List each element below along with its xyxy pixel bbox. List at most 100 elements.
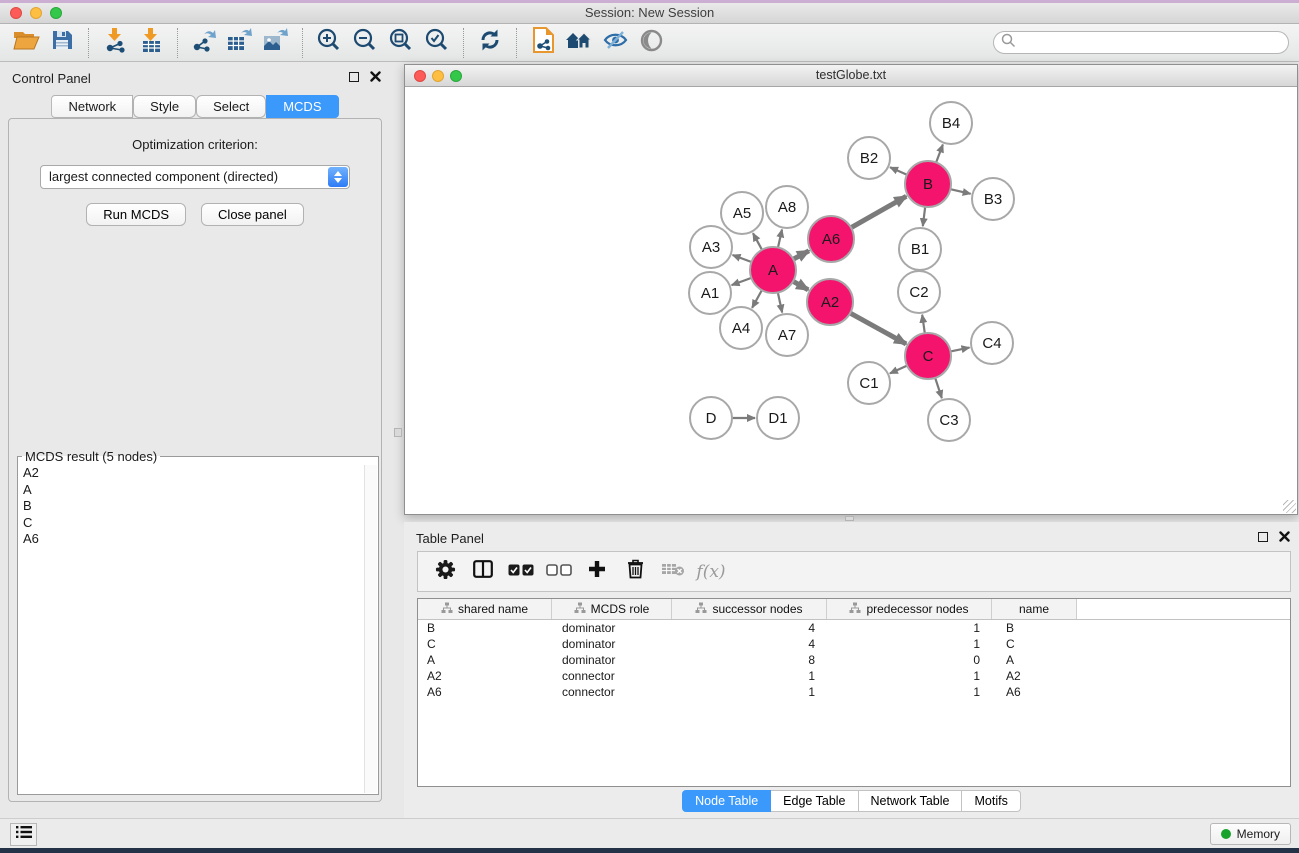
export-image-button[interactable]: [258, 27, 294, 59]
table-row[interactable]: A2 connector 1 1 A2: [418, 668, 1290, 684]
vertical-split-handle[interactable]: [394, 428, 402, 437]
graph-node-D[interactable]: D: [690, 397, 732, 439]
close-panel-icon[interactable]: [370, 71, 381, 82]
graph-edge-C-C2[interactable]: [922, 315, 925, 333]
column-header-name[interactable]: name: [992, 599, 1077, 619]
network-graph[interactable]: B4B2BB3A5A8A6A3B1AA1C2A2A4A7CC4C1C3DD1: [405, 87, 1297, 515]
graph-edge-C-C4[interactable]: [951, 348, 970, 352]
graph-edge-C-C1[interactable]: [890, 366, 907, 374]
network-close-button[interactable]: [414, 70, 426, 82]
search-input[interactable]: [1016, 34, 1288, 51]
task-history-button[interactable]: [10, 823, 37, 846]
column-settings-button[interactable]: [426, 559, 464, 585]
close-window-button[interactable]: [10, 7, 22, 19]
tab-network[interactable]: Network: [51, 95, 133, 118]
result-item[interactable]: A6: [23, 531, 373, 548]
tab-node-table[interactable]: Node Table: [682, 790, 771, 812]
graph-node-A[interactable]: A: [750, 247, 796, 293]
result-item[interactable]: A: [23, 482, 373, 499]
graph-node-B2[interactable]: B2: [848, 137, 890, 179]
graph-node-D1[interactable]: D1: [757, 397, 799, 439]
memory-button[interactable]: Memory: [1210, 823, 1291, 845]
graph-node-A8[interactable]: A8: [766, 186, 808, 228]
graph-edge-C-C3[interactable]: [935, 378, 942, 398]
tab-network-table[interactable]: Network Table: [859, 790, 963, 812]
minimize-window-button[interactable]: [30, 7, 42, 19]
column-header-mcds-role[interactable]: MCDS role: [552, 599, 672, 619]
graph-node-C2[interactable]: C2: [898, 271, 940, 313]
new-network-from-selection-button[interactable]: [525, 27, 561, 59]
refresh-button[interactable]: [472, 27, 508, 59]
close-panel-button[interactable]: Close panel: [201, 203, 304, 226]
run-mcds-button[interactable]: Run MCDS: [86, 203, 186, 226]
network-canvas[interactable]: B4B2BB3A5A8A6A3B1AA1C2A2A4A7CC4C1C3DD1: [405, 87, 1297, 514]
criterion-select[interactable]: largest connected component (directed): [40, 165, 350, 189]
column-header-successor-nodes[interactable]: successor nodes: [672, 599, 827, 619]
graph-edge-B-B4[interactable]: [936, 145, 943, 163]
save-session-button[interactable]: [44, 27, 80, 59]
graph-node-C1[interactable]: C1: [848, 362, 890, 404]
hide-selected-button[interactable]: [597, 27, 633, 59]
graph-node-A3[interactable]: A3: [690, 226, 732, 268]
graph-edge-A-A8[interactable]: [778, 229, 782, 247]
tab-edge-table[interactable]: Edge Table: [771, 790, 858, 812]
zoom-selected-button[interactable]: [419, 27, 455, 59]
horizontal-split-handle[interactable]: [845, 516, 854, 521]
graph-node-C[interactable]: C: [905, 333, 951, 379]
tab-mcds[interactable]: MCDS: [266, 95, 338, 118]
graph-edge-A-A6[interactable]: [793, 251, 809, 259]
table-row[interactable]: A6 connector 1 1 A6: [418, 684, 1290, 700]
graph-node-A1[interactable]: A1: [689, 272, 731, 314]
graph-edge-A-A5[interactable]: [753, 233, 762, 250]
graph-node-C4[interactable]: C4: [971, 322, 1013, 364]
import-network-button[interactable]: [97, 27, 133, 59]
open-session-button[interactable]: [8, 27, 44, 59]
graph-node-A5[interactable]: A5: [721, 192, 763, 234]
network-zoom-button[interactable]: [450, 70, 462, 82]
zoom-in-button[interactable]: [311, 27, 347, 59]
first-neighbors-button[interactable]: [561, 27, 597, 59]
table-row[interactable]: C dominator 4 1 C: [418, 636, 1290, 652]
graph-edge-A-A3[interactable]: [733, 255, 752, 262]
deselect-all-button[interactable]: [540, 563, 578, 581]
column-header-shared-name[interactable]: shared name: [418, 599, 552, 619]
graph-edge-A-A7[interactable]: [778, 292, 782, 312]
result-scrollbar[interactable]: [364, 465, 377, 793]
tab-style[interactable]: Style: [133, 95, 196, 118]
graph-edge-A-A4[interactable]: [752, 290, 762, 308]
graph-edge-A2-C[interactable]: [850, 313, 906, 344]
network-minimize-button[interactable]: [432, 70, 444, 82]
function-builder-button[interactable]: f(x): [692, 562, 730, 582]
zoom-fit-button[interactable]: [383, 27, 419, 59]
graph-node-B[interactable]: B: [905, 161, 951, 207]
graph-edge-B-B3[interactable]: [950, 189, 970, 194]
graph-node-B3[interactable]: B3: [972, 178, 1014, 220]
graph-edge-A-A1[interactable]: [732, 278, 752, 285]
graph-edge-B-B1[interactable]: [923, 207, 925, 226]
import-table-button[interactable]: [133, 27, 169, 59]
result-item[interactable]: C: [23, 515, 373, 532]
float-panel-icon[interactable]: [1258, 532, 1268, 542]
column-header-predecessor-nodes[interactable]: predecessor nodes: [827, 599, 992, 619]
tab-motifs[interactable]: Motifs: [962, 790, 1020, 812]
graph-edge-B-B2[interactable]: [890, 167, 907, 174]
graph-node-A2[interactable]: A2: [807, 279, 853, 325]
window-resize-grip[interactable]: [1283, 500, 1296, 513]
close-panel-icon[interactable]: [1279, 531, 1290, 542]
graph-node-A7[interactable]: A7: [766, 314, 808, 356]
graph-node-C3[interactable]: C3: [928, 399, 970, 441]
toolbar-search[interactable]: [993, 31, 1289, 54]
export-table-button[interactable]: [222, 27, 258, 59]
add-column-button[interactable]: [578, 560, 616, 583]
delete-table-button[interactable]: [654, 561, 692, 582]
delete-column-button[interactable]: [616, 559, 654, 584]
table-row[interactable]: A dominator 8 0 A: [418, 652, 1290, 668]
select-all-button[interactable]: [502, 563, 540, 581]
result-item[interactable]: A2: [23, 465, 373, 482]
network-window-titlebar[interactable]: testGlobe.txt: [405, 65, 1297, 87]
graph-node-A6[interactable]: A6: [808, 216, 854, 262]
zoom-window-button[interactable]: [50, 7, 62, 19]
graph-node-A4[interactable]: A4: [720, 307, 762, 349]
toggle-panels-button[interactable]: [464, 560, 502, 583]
result-item[interactable]: B: [23, 498, 373, 515]
